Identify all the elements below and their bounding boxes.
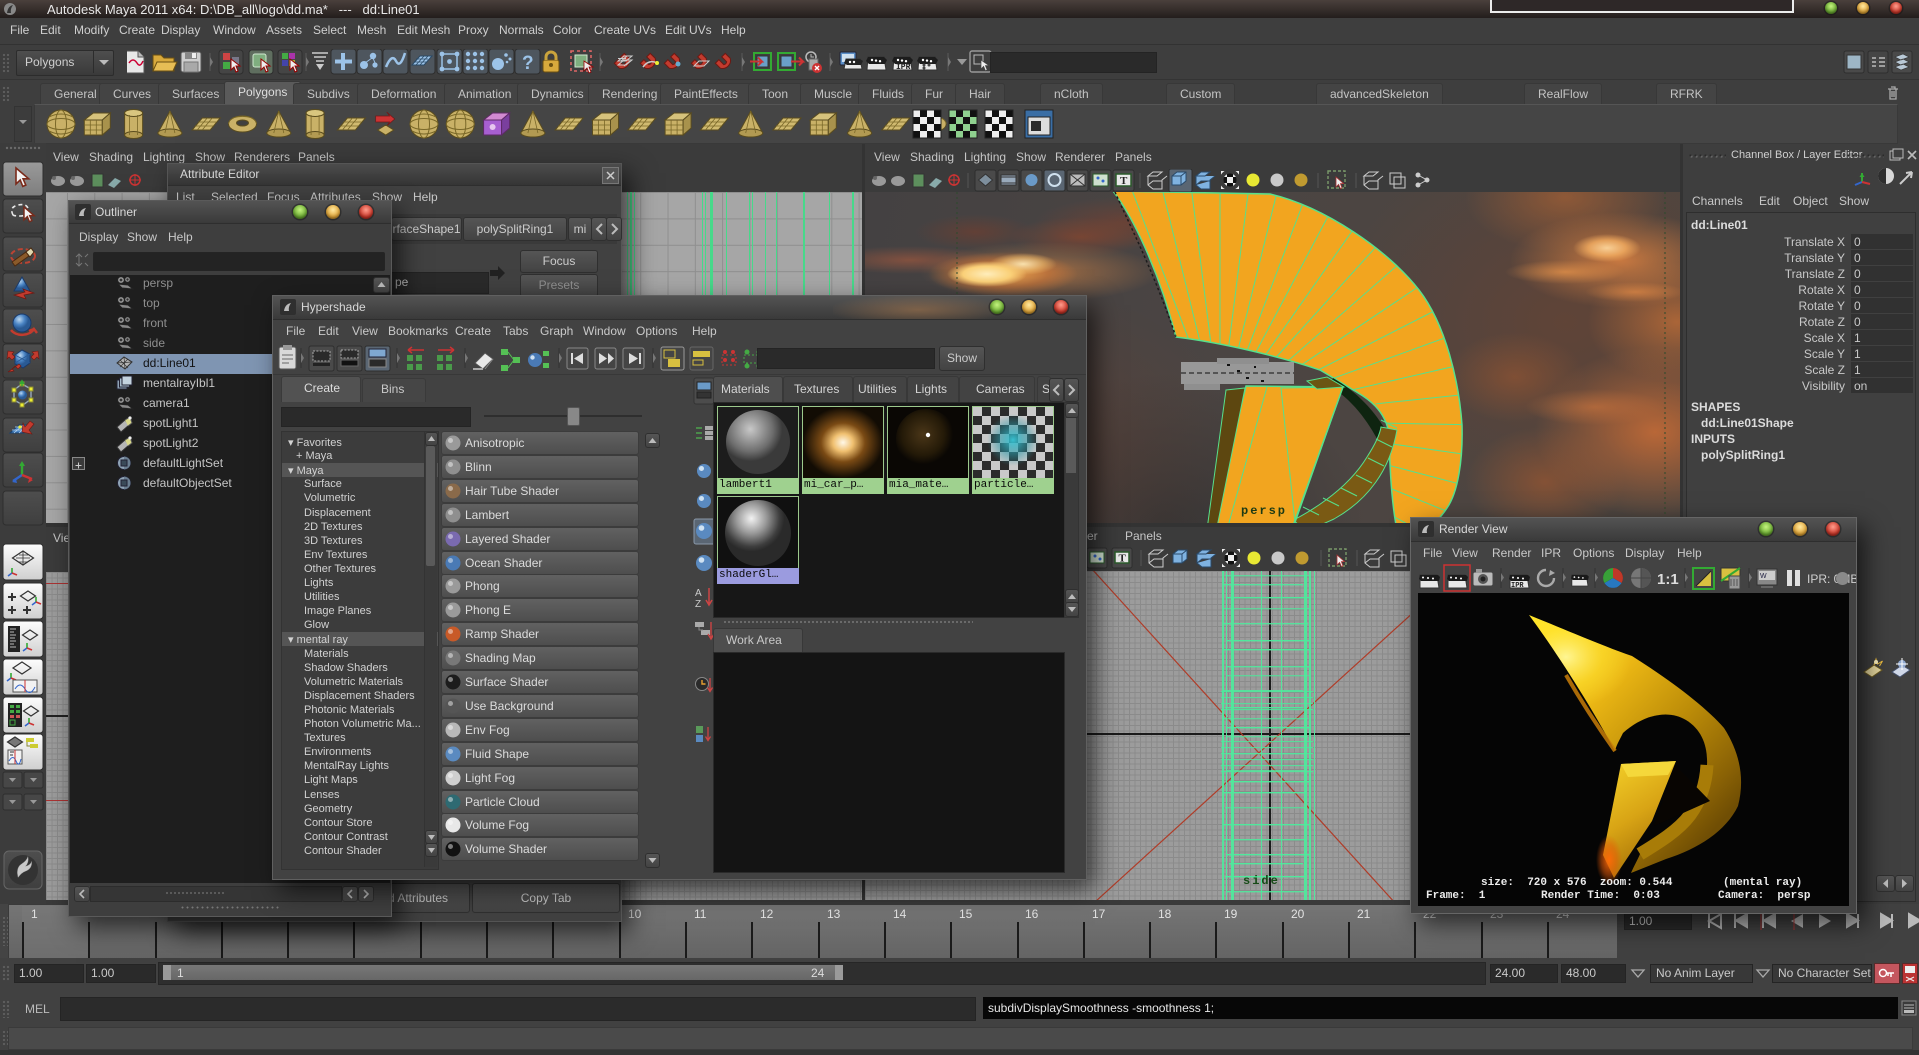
svg-text:IPR: IPR <box>896 63 911 72</box>
svg-text:1:1: 1:1 <box>1657 571 1679 588</box>
svg-text:T: T <box>1120 175 1128 187</box>
svg-text:Z: Z <box>695 599 701 610</box>
svg-text:W: W <box>1760 573 1767 580</box>
svg-text:IPR: IPR <box>1511 582 1524 590</box>
svg-text:?: ? <box>522 53 534 74</box>
svg-text:A: A <box>695 588 702 599</box>
svg-text:persp: persp <box>1241 504 1287 518</box>
svg-text:T: T <box>1119 553 1127 565</box>
